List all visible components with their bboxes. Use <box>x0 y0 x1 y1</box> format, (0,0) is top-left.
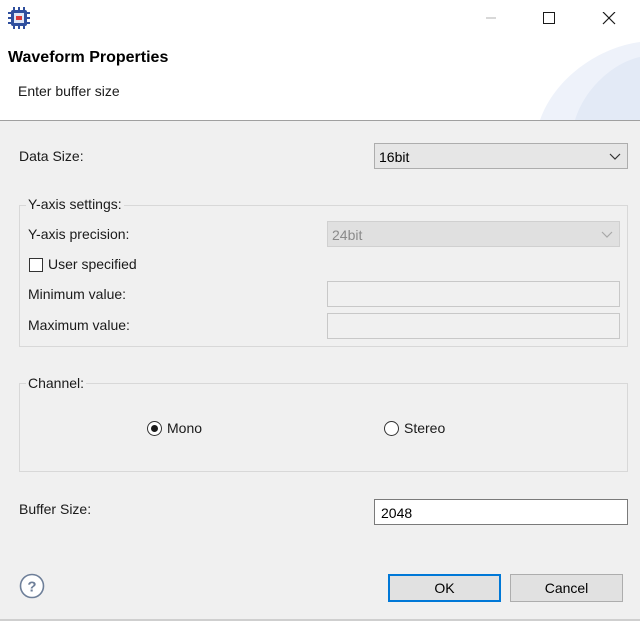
chevron-down-icon <box>601 231 613 238</box>
close-button[interactable] <box>580 0 638 37</box>
minimum-value-label: Minimum value: <box>28 286 127 302</box>
chevron-down-icon <box>609 153 621 160</box>
maximum-value-label: Maximum value: <box>28 317 130 333</box>
title-bar <box>0 0 640 37</box>
y-axis-precision-value: 24bit <box>332 227 363 243</box>
chip-app-icon <box>8 7 30 29</box>
buffer-size-value: 2048 <box>381 505 413 521</box>
maximum-value-field[interactable] <box>327 313 620 339</box>
header-decoration <box>540 42 640 120</box>
minimize-button[interactable] <box>462 0 520 37</box>
data-size-value: 16bit <box>379 149 410 165</box>
mono-radio[interactable] <box>147 421 162 436</box>
ok-button[interactable]: OK <box>388 574 501 602</box>
minimum-value-field[interactable] <box>327 281 620 307</box>
header-divider <box>0 120 640 121</box>
maximize-icon <box>543 12 555 24</box>
dialog-subtitle: Enter buffer size <box>18 83 120 99</box>
cancel-button[interactable]: Cancel <box>510 574 623 602</box>
dialog-header: Waveform Properties Enter buffer size <box>0 37 640 120</box>
mono-label: Mono <box>167 420 203 436</box>
data-size-label: Data Size: <box>19 148 84 164</box>
channel-title: Channel: <box>26 375 87 391</box>
data-size-select[interactable]: 16bit <box>374 143 628 169</box>
stereo-label: Stereo <box>404 420 446 436</box>
dialog-title: Waveform Properties <box>8 49 169 66</box>
svg-text:?: ? <box>27 579 36 596</box>
buffer-size-label: Buffer Size: <box>19 501 92 517</box>
help-icon[interactable]: ? <box>19 573 45 599</box>
buffer-size-input[interactable]: 2048 <box>374 499 628 525</box>
maximize-button[interactable] <box>520 0 578 37</box>
minimize-icon <box>486 17 496 19</box>
user-specified-label: User specified <box>48 256 137 272</box>
y-axis-precision-label: Y-axis precision: <box>28 226 130 242</box>
user-specified-checkbox[interactable] <box>29 258 43 272</box>
y-axis-precision-select[interactable]: 24bit <box>327 221 620 247</box>
y-axis-settings-title: Y-axis settings: <box>26 196 124 212</box>
close-icon <box>602 12 616 25</box>
stereo-radio[interactable] <box>384 421 399 436</box>
channel-group <box>19 383 628 472</box>
